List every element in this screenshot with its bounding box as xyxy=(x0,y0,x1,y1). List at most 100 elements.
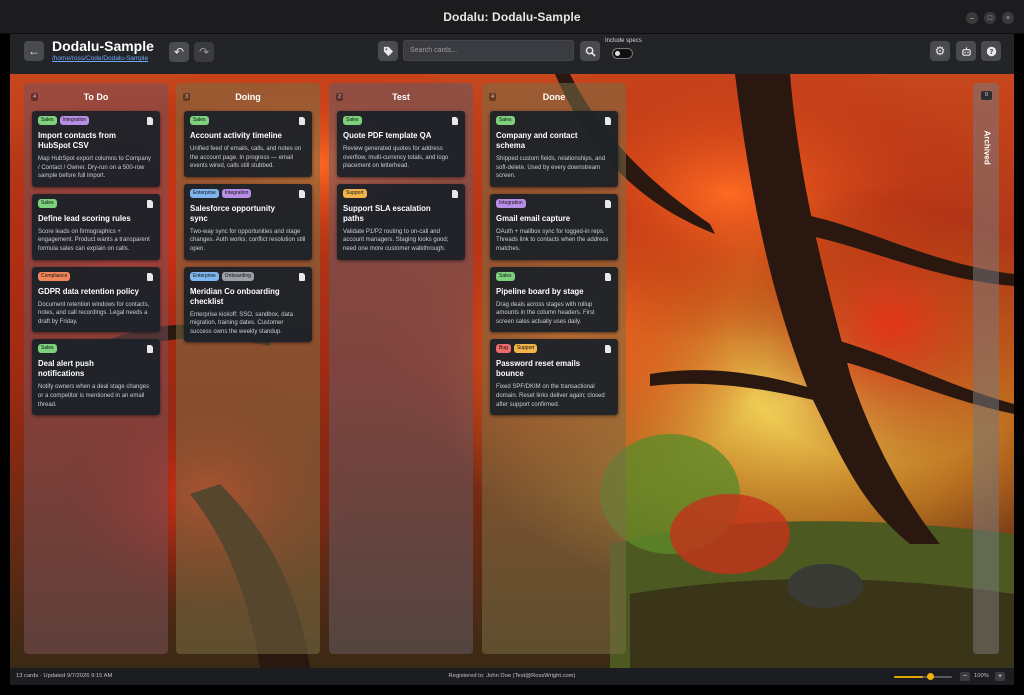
column-header: 3 Doing xyxy=(183,83,312,111)
minimize-icon[interactable]: – xyxy=(966,12,978,24)
tag-badge[interactable]: Sales xyxy=(38,116,57,125)
card[interactable]: Sales Account activity timeline Unified fe… xyxy=(184,111,312,177)
card[interactable]: Sales Integration Import contacts from Hub… xyxy=(32,111,160,187)
card[interactable]: Sales Pipeline board by stage Drag deals a… xyxy=(490,266,618,333)
card-tags: Sales xyxy=(343,116,459,125)
document-icon[interactable] xyxy=(605,199,611,208)
settings-button[interactable]: ⚙ xyxy=(930,41,950,61)
card-description: Notify owners when a deal stage changes … xyxy=(38,384,150,408)
card-title: Password reset emails bounce xyxy=(496,359,581,379)
card[interactable]: Enterprise Integration Salesforce opportun… xyxy=(184,183,312,260)
card-description: Review generated quotes for address over… xyxy=(343,146,449,170)
zoom-slider-handle[interactable] xyxy=(926,673,934,680)
card-title: Account activity timeline xyxy=(190,131,282,140)
card-tags: Support xyxy=(343,188,459,198)
registration-info: Registered to: John Doe (Test@RossWright… xyxy=(448,673,576,679)
card-list: Sales Integration Import contacts from Hub… xyxy=(32,111,160,416)
search-input[interactable] xyxy=(403,40,574,61)
status-bar: 13 cards · Updated 9/7/2026 9:15 AM Regi… xyxy=(10,668,1014,685)
tag-badge[interactable]: Sales xyxy=(38,198,57,208)
card[interactable]: Sales Deal alert push notifications Notify… xyxy=(32,339,160,416)
column-title: To Do xyxy=(83,92,109,102)
undo-button[interactable]: ↶ xyxy=(169,42,189,62)
svg-text:?: ? xyxy=(989,47,993,55)
include-specs-toggle[interactable] xyxy=(612,48,633,59)
card[interactable]: Sales Quote PDF template QA Review generat… xyxy=(337,111,465,177)
card[interactable]: Sales Company and contact schema Shipped c… xyxy=(490,111,618,187)
undo-icon: ↶ xyxy=(173,45,185,59)
document-icon[interactable] xyxy=(452,189,458,198)
back-button[interactable]: ← xyxy=(24,41,44,61)
card-description: Map HubSpot export columns to Company / … xyxy=(38,156,152,180)
card-title: Deal alert push notifications xyxy=(38,359,94,379)
card[interactable]: Integration Gmail email capture OAuth + ma… xyxy=(490,193,618,260)
tag-badge[interactable]: Sales xyxy=(38,344,57,354)
document-icon[interactable] xyxy=(605,117,611,125)
document-icon[interactable] xyxy=(605,345,611,354)
document-icon[interactable] xyxy=(147,272,153,281)
column-2[interactable]: 2 Test Sales Quote PDF template QA Review ge… xyxy=(329,83,473,654)
tag-icon xyxy=(383,46,393,56)
tag-badge[interactable]: Sales xyxy=(190,116,209,125)
card[interactable]: Support Support SLA escalation paths Valid… xyxy=(337,183,465,260)
card-tags: Sales xyxy=(496,271,612,281)
document-icon[interactable] xyxy=(147,199,153,208)
tag-badge[interactable]: Support xyxy=(343,188,367,198)
column-0[interactable]: 4 To Do Sales Integration Import contacts fr… xyxy=(24,83,168,654)
tag-badge[interactable]: Support xyxy=(513,344,538,354)
card-title: Salesforce opportunity sync xyxy=(190,203,275,223)
zoom-slider[interactable] xyxy=(894,673,952,680)
tag-badge[interactable]: Integration xyxy=(221,188,252,198)
document-icon[interactable] xyxy=(147,117,153,125)
archived-count: 0 xyxy=(981,91,992,100)
tag-badge[interactable]: Integration xyxy=(59,116,90,125)
card[interactable]: Enterprise Onboarding Meridian Co onboardi… xyxy=(184,266,312,343)
redo-button[interactable]: ↷ xyxy=(194,42,214,62)
project-path-link[interactable]: /home/ross/Code/Dodalu-Sample xyxy=(52,55,148,62)
card-tags: Integration xyxy=(496,198,612,208)
column-3[interactable]: 4 Done Sales Company and contact schema Ship… xyxy=(482,83,626,654)
tag-badge[interactable]: Integration xyxy=(496,198,526,208)
document-icon[interactable] xyxy=(452,117,458,125)
search-button[interactable] xyxy=(580,41,600,61)
column-header: 4 Done xyxy=(489,83,618,111)
card[interactable]: Sales Define lead scoring rules Score lead… xyxy=(32,193,160,260)
include-specs-label: Include specs xyxy=(605,38,642,44)
tag-badge[interactable]: Sales xyxy=(343,116,362,125)
card-tags: Sales xyxy=(38,198,154,208)
tag-badge[interactable]: Onboarding xyxy=(221,271,254,281)
tag-badge[interactable]: Enterprise xyxy=(190,188,219,198)
card-tags: Sales Integration xyxy=(38,116,154,125)
card-description: Two-way sync for opportunities and stage… xyxy=(190,228,306,252)
card-title: Import contacts from HubSpot CSV xyxy=(38,131,116,150)
gear-icon: ⚙ xyxy=(934,44,946,58)
document-icon[interactable] xyxy=(299,272,305,281)
card-list: Sales Company and contact schema Shipped c… xyxy=(490,111,618,416)
zoom-slider-fill xyxy=(894,676,923,678)
card-description: Fixed SPF/DKIM on the transactional doma… xyxy=(496,384,605,408)
close-icon[interactable]: × xyxy=(1002,12,1014,24)
card-title: Company and contact schema xyxy=(496,131,578,150)
tag-badge[interactable]: Sales xyxy=(496,271,515,281)
tag-filter-button[interactable] xyxy=(378,41,398,61)
tag-badge[interactable]: Bug xyxy=(496,344,511,354)
document-icon[interactable] xyxy=(605,272,611,281)
tag-badge[interactable]: Enterprise xyxy=(190,271,219,281)
tag-badge[interactable]: Compliance xyxy=(38,271,71,281)
card-title: Pipeline board by stage xyxy=(496,286,584,296)
zoom-in-button[interactable]: + xyxy=(995,672,1005,681)
robot-button[interactable] xyxy=(956,41,976,61)
card-tags: Enterprise Integration xyxy=(190,188,306,198)
zoom-out-button[interactable]: − xyxy=(960,672,970,681)
tag-badge[interactable]: Sales xyxy=(496,116,515,125)
archived-column[interactable]: 0 Archived xyxy=(973,83,999,654)
column-1[interactable]: 3 Doing Sales Account activity timeline Unif… xyxy=(176,83,320,654)
document-icon[interactable] xyxy=(299,117,305,125)
help-button[interactable]: ? xyxy=(981,41,1001,61)
card-description: Document retention windows for contacts,… xyxy=(38,301,150,325)
card[interactable]: Compliance GDPR data retention policy Docu… xyxy=(32,266,160,333)
card[interactable]: Bug Support Password reset emails bounce Fi… xyxy=(490,339,618,416)
maximize-icon[interactable]: □ xyxy=(984,12,996,24)
document-icon[interactable] xyxy=(147,345,153,354)
document-icon[interactable] xyxy=(299,189,305,198)
